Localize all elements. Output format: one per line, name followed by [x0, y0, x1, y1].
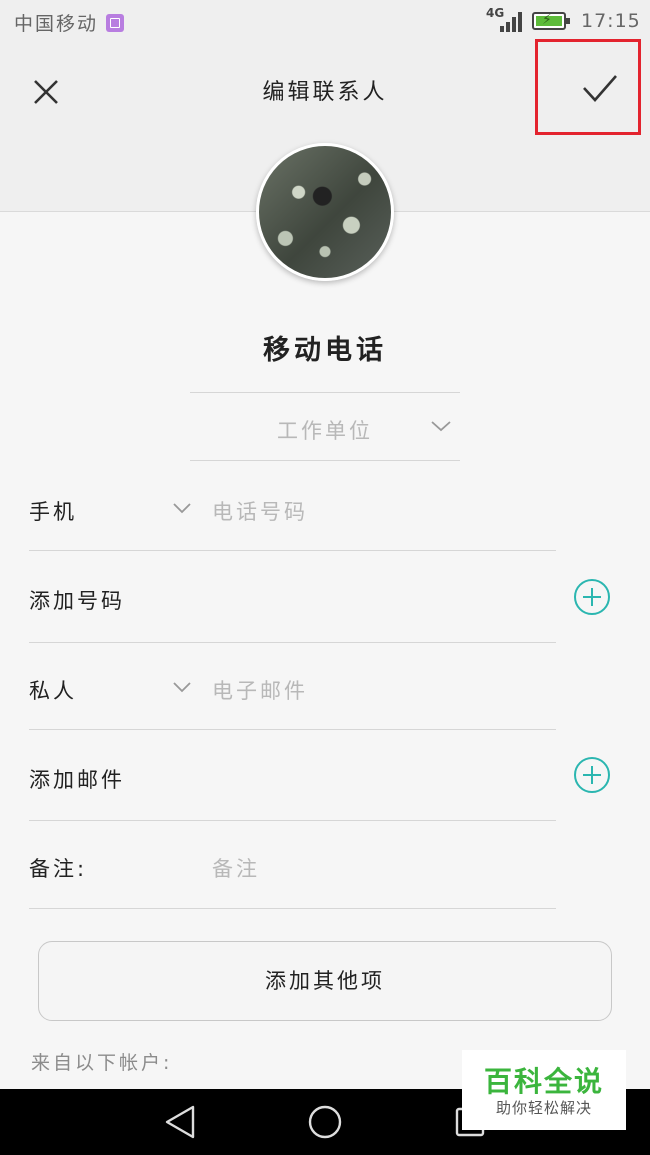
add-number-label: 添加号码: [29, 589, 125, 613]
email-row: 私人 电子邮件: [29, 643, 556, 730]
home-circle-icon: [308, 1105, 342, 1139]
add-number-row: 添加号码: [29, 551, 556, 643]
carrier-label: 中国移动: [14, 13, 99, 35]
status-bar: 中国移动 4G ⚡ 17:15: [0, 0, 650, 44]
image-notification-icon: [106, 13, 125, 32]
add-number-button[interactable]: [573, 578, 611, 616]
company-input[interactable]: 工作单位: [190, 393, 460, 461]
phone-number-input[interactable]: 电话号码: [212, 496, 308, 526]
chevron-down-icon[interactable]: [172, 502, 192, 514]
watermark-subtitle: 助你轻松解决: [495, 1099, 592, 1117]
phone-type-label[interactable]: 手机: [29, 496, 77, 526]
email-type-label[interactable]: 私人: [29, 675, 77, 705]
clock: 17:15: [581, 10, 641, 32]
name-input[interactable]: 移动电话: [190, 326, 460, 393]
chevron-down-icon[interactable]: [430, 419, 452, 433]
notes-input[interactable]: 备注: [212, 853, 260, 883]
back-triangle-icon: [165, 1105, 195, 1139]
plus-circle-icon: [574, 757, 610, 793]
add-email-row: 添加邮件: [29, 730, 556, 821]
company-placeholder: 工作单位: [277, 419, 373, 443]
checkmark-icon: [583, 75, 617, 102]
save-button[interactable]: [535, 39, 641, 135]
watermark-logo: 百科全说 助你轻松解决: [462, 1050, 626, 1130]
add-email-button[interactable]: [573, 756, 611, 794]
watermark-title: 百科全说: [483, 1065, 604, 1098]
notes-label: 备注:: [29, 857, 88, 881]
back-button[interactable]: [161, 1102, 201, 1142]
signal-icon: [500, 12, 524, 32]
home-button[interactable]: [305, 1102, 345, 1142]
phone-row: 手机 电话号码: [29, 462, 556, 551]
chevron-down-icon[interactable]: [172, 681, 192, 693]
name-placeholder: 移动电话: [263, 335, 387, 366]
battery-charging-icon: ⚡: [532, 12, 570, 30]
email-input[interactable]: 电子邮件: [212, 675, 308, 705]
plus-circle-icon: [574, 579, 610, 615]
contact-photo-button[interactable]: [256, 143, 394, 281]
notes-row: 备注: 备注: [29, 821, 556, 909]
add-other-fields-button[interactable]: 添加其他项: [38, 941, 612, 1021]
add-email-label: 添加邮件: [29, 768, 125, 792]
accounts-label: 来自以下帐户:: [31, 1052, 173, 1074]
carrier-name: 中国移动: [14, 9, 125, 36]
